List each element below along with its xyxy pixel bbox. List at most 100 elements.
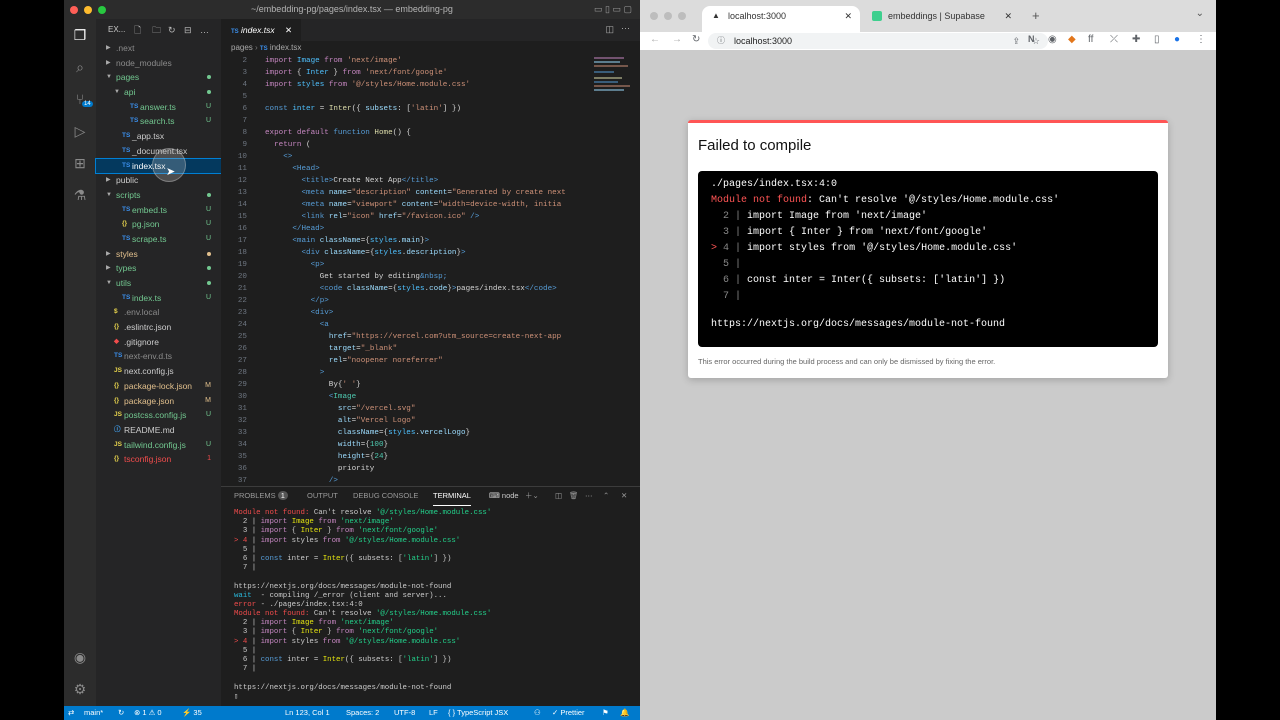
tree-item[interactable]: TS scrape.ts U xyxy=(96,232,221,247)
new-tab-button[interactable]: + xyxy=(1032,8,1040,23)
close-tab-icon[interactable]: ✕ xyxy=(844,6,852,26)
settings-gear-icon[interactable]: ⚙ xyxy=(70,679,90,699)
line-ending[interactable]: LF xyxy=(429,706,438,720)
chevron-right-icon[interactable]: ▶ xyxy=(106,261,111,276)
code-line[interactable]: 8 export default function Home() { xyxy=(221,127,640,139)
kill-terminal-icon[interactable]: 🗑 xyxy=(569,487,579,505)
remote-indicator-icon[interactable]: ⇄ xyxy=(68,706,74,720)
cursor-position[interactable]: Ln 123, Col 1 xyxy=(285,706,330,720)
more-actions-icon[interactable]: … xyxy=(200,19,209,41)
tree-item[interactable]: ▼ scripts xyxy=(96,188,221,203)
tab-terminal[interactable]: TERMINAL xyxy=(433,487,471,506)
tree-item[interactable]: TS index.ts U xyxy=(96,291,221,306)
code-line[interactable]: 32 alt="Vercel Logo" xyxy=(221,415,640,427)
code-line[interactable]: 22 </p> xyxy=(221,295,640,307)
tree-item[interactable]: {} pg.json U xyxy=(96,217,221,232)
close-window-button[interactable] xyxy=(70,6,78,14)
reload-icon[interactable]: ↻ xyxy=(692,34,700,45)
tree-item[interactable]: JS tailwind.config.js U xyxy=(96,438,221,453)
run-debug-icon[interactable]: ▷ xyxy=(70,121,90,141)
tree-item[interactable]: {} tsconfig.json 1 xyxy=(96,452,221,467)
code-editor[interactable]: 2 import Image from 'next/image' 3 import {… xyxy=(221,55,640,487)
panel-more-icon[interactable]: ⋯ xyxy=(585,487,593,505)
split-editor-icon[interactable]: ◫ xyxy=(605,24,614,35)
code-line[interactable]: 6 const inter = Inter({ subsets: ['latin'… xyxy=(221,103,640,115)
code-line[interactable]: 9 return ( xyxy=(221,139,640,151)
tree-item[interactable]: ⓘ README.md xyxy=(96,423,221,438)
breadcrumb-file[interactable]: index.tsx xyxy=(270,43,302,52)
tree-item[interactable]: ▶ .next xyxy=(96,41,221,56)
terminal-output[interactable]: Module not found: Can't resolve '@/style… xyxy=(234,509,634,702)
code-line[interactable]: 18 <div className={styles.description}> xyxy=(221,247,640,259)
code-line[interactable]: 19 <p> xyxy=(221,259,640,271)
split-terminal-icon[interactable]: ◫ xyxy=(555,487,562,505)
tree-item[interactable]: JS postcss.config.js U xyxy=(96,408,221,423)
tree-item[interactable]: ▼ api xyxy=(96,85,221,100)
share-icon[interactable]: ⇪ xyxy=(1012,33,1020,49)
testing-icon[interactable]: ⚗ xyxy=(70,185,90,205)
tree-item[interactable]: {} .eslintrc.json xyxy=(96,320,221,335)
tree-item[interactable]: $ .env.local xyxy=(96,305,221,320)
tab-index-tsx[interactable]: TS index.tsx ✕ xyxy=(221,19,301,41)
code-line[interactable]: 30 <Image xyxy=(221,391,640,403)
problems-status[interactable]: ⊗ 1 ⚠ 0 xyxy=(134,706,162,720)
chevron-down-icon[interactable]: ▼ xyxy=(106,70,112,85)
copilot-icon[interactable]: ⚇ xyxy=(534,706,541,720)
code-line[interactable]: 3 import { Inter } from 'next/font/google… xyxy=(221,67,640,79)
code-line[interactable]: 14 <meta name="viewport" content="width=… xyxy=(221,199,640,211)
tab-output[interactable]: OUTPUT xyxy=(307,487,338,505)
ports-status[interactable]: ⚡ 35 xyxy=(182,706,202,720)
code-line[interactable]: 36 priority xyxy=(221,463,640,475)
encoding[interactable]: UTF-8 xyxy=(394,706,415,720)
notifications-icon[interactable]: 🔔 xyxy=(620,706,629,720)
code-line[interactable]: 12 <title>Create Next App</title> xyxy=(221,175,640,187)
back-icon[interactable]: ← xyxy=(650,34,660,45)
tree-item[interactable]: JS next.config.js xyxy=(96,364,221,379)
chevron-right-icon[interactable]: ▶ xyxy=(106,247,111,262)
language-mode[interactable]: { } TypeScript JSX xyxy=(448,706,508,720)
code-line[interactable]: 17 <main className={styles.main}> xyxy=(221,235,640,247)
close-tab-icon[interactable]: ✕ xyxy=(1004,6,1012,26)
chevron-right-icon[interactable]: ▶ xyxy=(106,41,111,56)
code-line[interactable]: 25 href="https://vercel.com?utm_source=c… xyxy=(221,331,640,343)
chevron-right-icon[interactable]: ▶ xyxy=(106,173,111,188)
sync-icon[interactable]: ↻ xyxy=(118,706,124,720)
site-info-icon[interactable]: ⓘ xyxy=(717,33,725,49)
maximize-window-button[interactable] xyxy=(678,12,686,20)
code-line[interactable]: 21 <code className={styles.code}>pages/i… xyxy=(221,283,640,295)
notion-extension-icon[interactable]: N xyxy=(1028,34,1035,44)
collapse-all-icon[interactable]: ⊟ xyxy=(184,19,192,41)
close-window-button[interactable] xyxy=(650,12,658,20)
explorer-icon[interactable]: ❐ xyxy=(70,25,90,45)
breadcrumb-folder[interactable]: pages xyxy=(231,43,253,52)
tree-item[interactable]: ▶ node_modules xyxy=(96,56,221,71)
tab-problems[interactable]: PROBLEMS 1 xyxy=(234,487,288,505)
prettier-status[interactable]: ✓ Prettier xyxy=(552,706,585,720)
extension-icon[interactable]: ⤫ xyxy=(1110,34,1118,45)
close-tab-icon[interactable]: ✕ xyxy=(285,25,292,35)
code-line[interactable]: 13 <meta name="description" content="Gen… xyxy=(221,187,640,199)
code-line[interactable]: 31 src="/vercel.svg" xyxy=(221,403,640,415)
code-line[interactable]: 7 xyxy=(221,115,640,127)
tree-item[interactable]: {} package.json M xyxy=(96,394,221,409)
tree-item[interactable]: TS _app.tsx xyxy=(96,129,221,144)
extensions-puzzle-icon[interactable]: ✚ xyxy=(1132,34,1140,45)
more-icon[interactable]: ⋯ xyxy=(621,23,630,34)
refresh-icon[interactable]: ↻ xyxy=(168,19,176,41)
tab-supabase[interactable]: embeddings | Supabase ✕ xyxy=(862,6,1020,32)
tree-item[interactable]: TS next-env.d.ts xyxy=(96,349,221,364)
code-line[interactable]: 2 import Image from 'next/image' xyxy=(221,55,640,67)
tree-item[interactable]: ◆ .gitignore xyxy=(96,335,221,350)
tab-debug-console[interactable]: DEBUG CONSOLE xyxy=(353,487,418,505)
minimize-window-button[interactable] xyxy=(84,6,92,14)
code-line[interactable]: 5 xyxy=(221,91,640,103)
maximize-window-button[interactable] xyxy=(98,6,106,14)
code-line[interactable]: 33 className={styles.vercelLogo} xyxy=(221,427,640,439)
profile-avatar[interactable]: ● xyxy=(1174,34,1180,45)
indentation[interactable]: Spaces: 2 xyxy=(346,706,379,720)
close-panel-icon[interactable]: ✕ xyxy=(621,487,627,505)
code-line[interactable]: 10 <> xyxy=(221,151,640,163)
layout-controls-icon[interactable]: ▭ ▯ ▭ ▢ xyxy=(594,0,632,19)
code-line[interactable]: 26 target="_blank" xyxy=(221,343,640,355)
chevron-down-icon[interactable]: ▼ xyxy=(106,188,112,203)
